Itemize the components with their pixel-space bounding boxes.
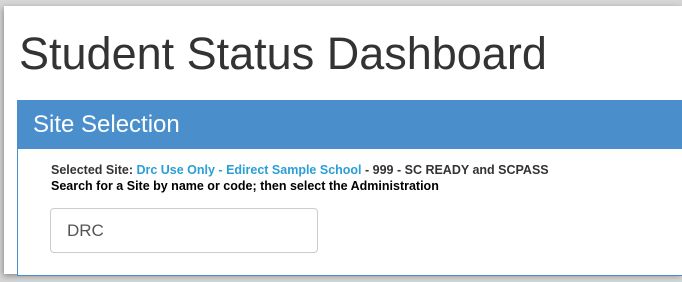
site-search-hint: Search for a Site by name or code; then … bbox=[51, 179, 439, 193]
site-search-input[interactable] bbox=[50, 208, 318, 253]
site-selection-heading: Site Selection bbox=[18, 101, 682, 149]
dashboard-card: Student Status Dashboard Site Selection … bbox=[4, 6, 682, 276]
selected-site-name-link[interactable]: Drc Use Only - Edirect Sample School bbox=[136, 163, 361, 177]
site-selection-panel: Site Selection Selected Site: Drc Use On… bbox=[17, 100, 682, 276]
page-title: Student Status Dashboard bbox=[19, 28, 547, 79]
selected-site-label: Selected Site: bbox=[51, 163, 137, 177]
screen-background: Student Status Dashboard Site Selection … bbox=[0, 0, 682, 282]
selected-site-line: Selected Site: Drc Use Only - Edirect Sa… bbox=[51, 163, 549, 177]
selected-site-suffix: - 999 - SC READY and SCPASS bbox=[361, 163, 549, 177]
